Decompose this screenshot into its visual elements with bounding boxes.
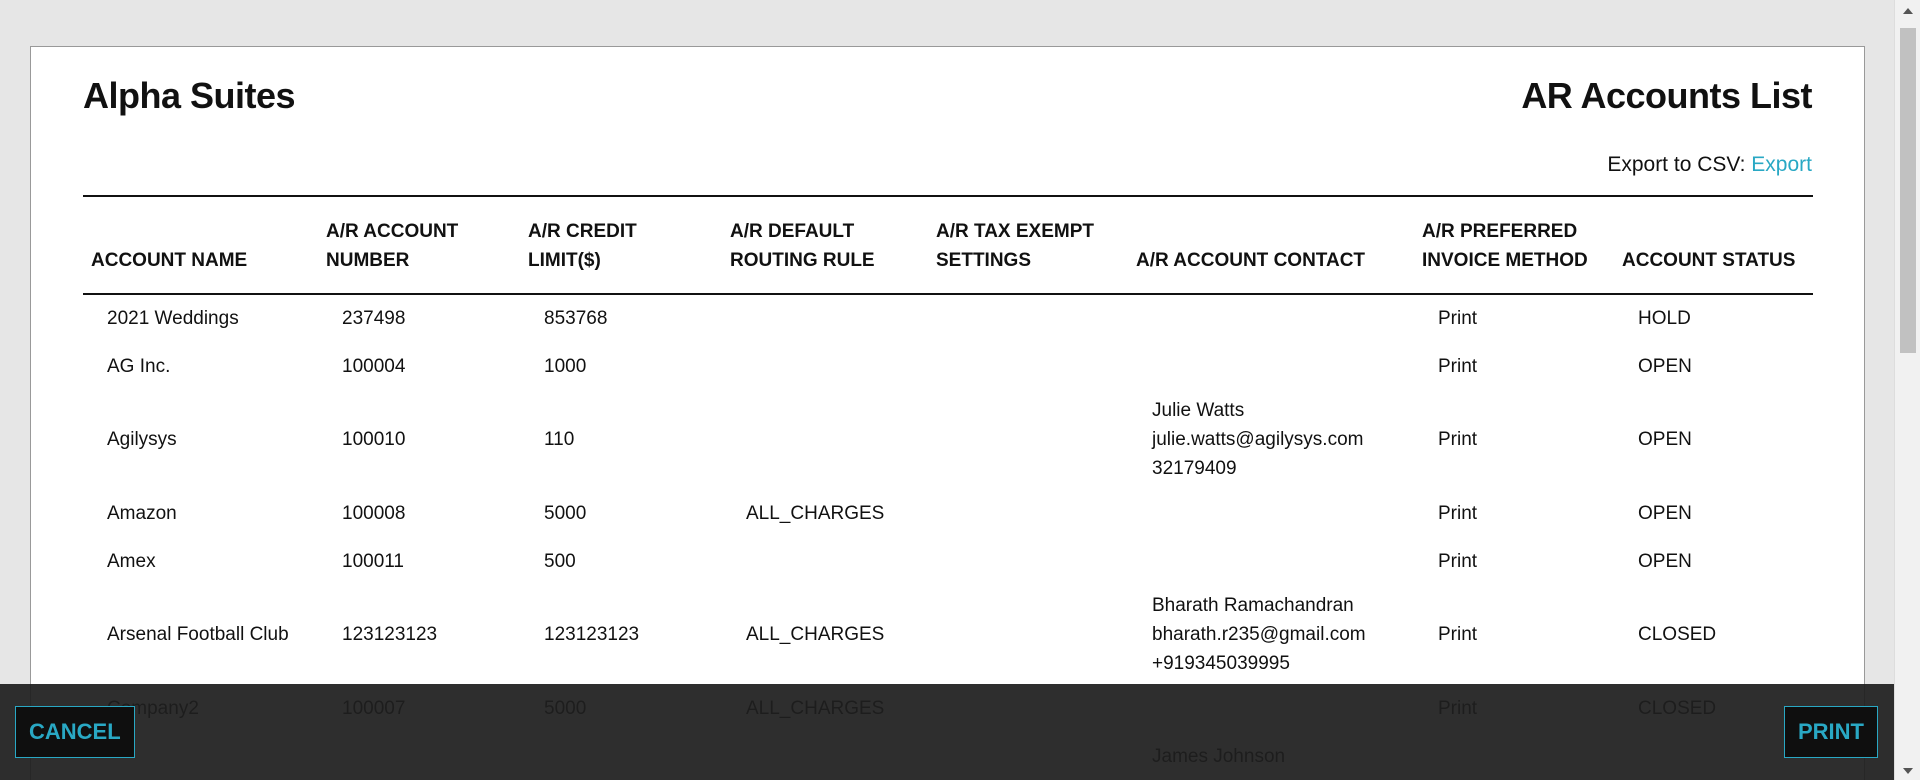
cell-account-number: 100004 bbox=[342, 355, 406, 377]
contact-line: Julie Watts bbox=[1152, 400, 1245, 421]
scroll-thumb[interactable] bbox=[1900, 28, 1916, 353]
export-row: Export to CSV: Export bbox=[1607, 153, 1812, 177]
cell-credit-limit: 500 bbox=[544, 550, 576, 572]
cell-routing-rule bbox=[722, 342, 928, 390]
contact-line: +919345039995 bbox=[1152, 653, 1290, 674]
table-row: Amex 100011 500 Print OPEN bbox=[83, 537, 1813, 585]
cell-account-name: 2021 Weddings bbox=[107, 308, 239, 329]
cell-status: OPEN bbox=[1638, 502, 1692, 524]
cell-contact: Julie Watts julie.watts@agilysys.com 32179… bbox=[1128, 390, 1414, 489]
table-row: Arsenal Football Club 123123123 123123123 A… bbox=[83, 585, 1813, 684]
cell-account-name: Amazon bbox=[107, 502, 177, 524]
company-title: Alpha Suites bbox=[83, 75, 296, 116]
cell-routing-rule bbox=[722, 390, 928, 489]
cell-routing-rule bbox=[722, 537, 928, 585]
cell-tax-exempt bbox=[928, 342, 1128, 390]
cell-invoice-method: Print bbox=[1438, 429, 1478, 450]
header-credit-limit: A/R CREDIT LIMIT($) bbox=[528, 221, 637, 271]
cell-credit-limit: 123123123 bbox=[544, 624, 640, 645]
cell-tax-exempt bbox=[928, 390, 1128, 489]
header-contact: A/R ACCOUNT CONTACT bbox=[1136, 250, 1366, 271]
cell-invoice-method: Print bbox=[1438, 308, 1478, 329]
cell-contact bbox=[1128, 537, 1414, 585]
cell-invoice-method: Print bbox=[1438, 355, 1478, 377]
table-header-row: ACCOUNT NAME A/R ACCOUNT NUMBER A/R CREDI… bbox=[83, 196, 1813, 294]
cell-status: OPEN bbox=[1638, 550, 1692, 572]
cell-status: HOLD bbox=[1638, 308, 1691, 329]
cell-routing-rule: ALL_CHARGES bbox=[746, 624, 885, 645]
cell-routing-rule: ALL_CHARGES bbox=[746, 502, 885, 524]
cell-account-number: 100010 bbox=[342, 429, 406, 450]
table-row: AG Inc. 100004 1000 Print OPEN bbox=[83, 342, 1813, 390]
table-row: Agilysys 100010 110 Julie Watts julie.watts@… bbox=[83, 390, 1813, 489]
header-invoice-method: A/R PREFERRED INVOICE METHOD bbox=[1422, 221, 1588, 271]
cell-credit-limit: 5000 bbox=[544, 502, 587, 524]
cell-tax-exempt bbox=[928, 294, 1128, 342]
cell-status: CLOSED bbox=[1638, 624, 1717, 645]
contact-line: Bharath Ramachandran bbox=[1152, 595, 1354, 616]
cell-invoice-method: Print bbox=[1438, 502, 1478, 524]
export-link[interactable]: Export bbox=[1751, 153, 1812, 176]
cell-tax-exempt bbox=[928, 489, 1128, 537]
cell-contact bbox=[1128, 342, 1414, 390]
cell-account-number: 100011 bbox=[342, 550, 404, 572]
contact-line: julie.watts@agilysys.com bbox=[1152, 429, 1364, 450]
header-account-number: A/R ACCOUNT NUMBER bbox=[326, 221, 459, 271]
contact-line: bharath.r235@gmail.com bbox=[1152, 624, 1366, 645]
cell-invoice-method: Print bbox=[1438, 550, 1478, 572]
header-account-name: ACCOUNT NAME bbox=[91, 250, 248, 271]
cell-tax-exempt bbox=[928, 537, 1128, 585]
cell-contact: Bharath Ramachandran bharath.r235@gmail.c… bbox=[1128, 585, 1414, 684]
header-routing-rule: A/R DEFAULT ROUTING RULE bbox=[730, 221, 875, 271]
vertical-scrollbar[interactable] bbox=[1894, 0, 1920, 780]
cell-account-name: Agilysys bbox=[107, 429, 177, 450]
cancel-button[interactable]: CANCEL bbox=[15, 706, 135, 758]
table-row: Amazon 100008 5000 ALL_CHARGES Print OPEN bbox=[83, 489, 1813, 537]
cell-credit-limit: 1000 bbox=[544, 355, 587, 377]
cell-account-name: Arsenal Football Club bbox=[107, 624, 289, 645]
cell-tax-exempt bbox=[928, 585, 1128, 684]
header-status: ACCOUNT STATUS bbox=[1622, 250, 1796, 271]
cell-contact bbox=[1128, 294, 1414, 342]
cell-routing-rule bbox=[722, 294, 928, 342]
report-title: AR Accounts List bbox=[1521, 75, 1812, 116]
cell-credit-limit: 853768 bbox=[544, 308, 608, 329]
footer-bar: CANCEL PRINT bbox=[0, 684, 1894, 780]
table-row: 2021 Weddings 237498 853768 Print HOLD bbox=[83, 294, 1813, 342]
scroll-up-arrow-icon[interactable] bbox=[1903, 8, 1913, 14]
cell-contact bbox=[1128, 489, 1414, 537]
cell-credit-limit: 110 bbox=[544, 429, 575, 450]
export-label: Export to CSV: bbox=[1607, 153, 1746, 176]
cell-invoice-method: Print bbox=[1438, 624, 1478, 645]
cell-account-number: 100008 bbox=[342, 502, 406, 524]
cell-account-number: 123123123 bbox=[342, 624, 438, 645]
cell-account-name: Amex bbox=[107, 550, 156, 572]
cell-account-name: AG Inc. bbox=[107, 355, 171, 377]
report-panel: Alpha Suites AR Accounts List Export to … bbox=[30, 46, 1865, 780]
cell-account-number: 237498 bbox=[342, 308, 406, 329]
contact-line: 32179409 bbox=[1152, 458, 1237, 479]
scroll-down-arrow-icon[interactable] bbox=[1903, 768, 1913, 774]
print-button[interactable]: PRINT bbox=[1784, 706, 1878, 758]
cell-status: OPEN bbox=[1638, 355, 1692, 377]
cell-status: OPEN bbox=[1638, 429, 1692, 450]
header-tax-exempt: A/R TAX EXEMPT SETTINGS bbox=[936, 221, 1094, 271]
